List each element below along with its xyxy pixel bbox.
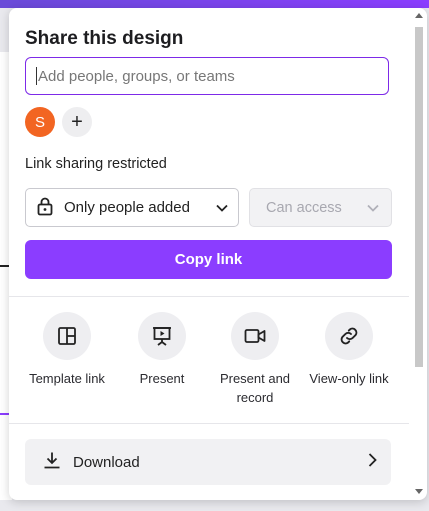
dialog-title: Share this design — [25, 28, 184, 49]
view-only-link-label: View-only link — [309, 371, 389, 386]
background-toolbar-strip — [0, 0, 429, 8]
text-cursor — [36, 67, 37, 85]
link-access-select[interactable]: Only people added — [25, 188, 239, 227]
plus-icon: + — [71, 110, 83, 133]
share-dialog-content: Share this design Add people, groups, or… — [9, 8, 409, 500]
link-sharing-label: Link sharing restricted — [25, 156, 167, 172]
section-divider — [9, 296, 409, 297]
scrollbar-thumb[interactable] — [415, 27, 423, 367]
present-icon — [138, 312, 186, 360]
link-icon — [325, 312, 373, 360]
template-icon — [43, 312, 91, 360]
present-button[interactable]: Present — [117, 312, 207, 388]
copy-link-button[interactable]: Copy link — [25, 240, 392, 279]
view-only-link-button[interactable]: View-only link — [304, 312, 394, 388]
avatar[interactable]: S — [25, 107, 55, 137]
scroll-down-arrow[interactable] — [415, 489, 423, 494]
scroll-up-arrow[interactable] — [415, 13, 423, 18]
chevron-right-icon — [368, 453, 377, 471]
present-and-record-button[interactable]: Present and record — [210, 312, 300, 407]
present-label: Present — [139, 371, 185, 386]
link-access-value: Only people added — [64, 199, 190, 216]
permission-select: Can access — [249, 188, 392, 227]
chevron-down-icon — [367, 200, 379, 216]
download-label: Download — [73, 453, 140, 471]
template-link-button[interactable]: Template link — [22, 312, 112, 388]
section-divider — [9, 423, 409, 424]
download-icon — [43, 451, 61, 473]
present-and-record-label: Present and record — [219, 371, 291, 405]
permission-value: Can access — [266, 199, 342, 216]
share-dialog: Share this design Add people, groups, or… — [9, 8, 427, 500]
download-button[interactable]: Download — [25, 439, 391, 485]
chevron-down-icon — [216, 199, 228, 216]
video-camera-icon — [231, 312, 279, 360]
template-link-label: Template link — [29, 371, 105, 386]
lock-icon — [36, 196, 54, 220]
add-people-placeholder: Add people, groups, or teams — [38, 67, 235, 85]
add-people-input[interactable]: Add people, groups, or teams — [25, 57, 389, 95]
add-person-button[interactable]: + — [62, 107, 92, 137]
